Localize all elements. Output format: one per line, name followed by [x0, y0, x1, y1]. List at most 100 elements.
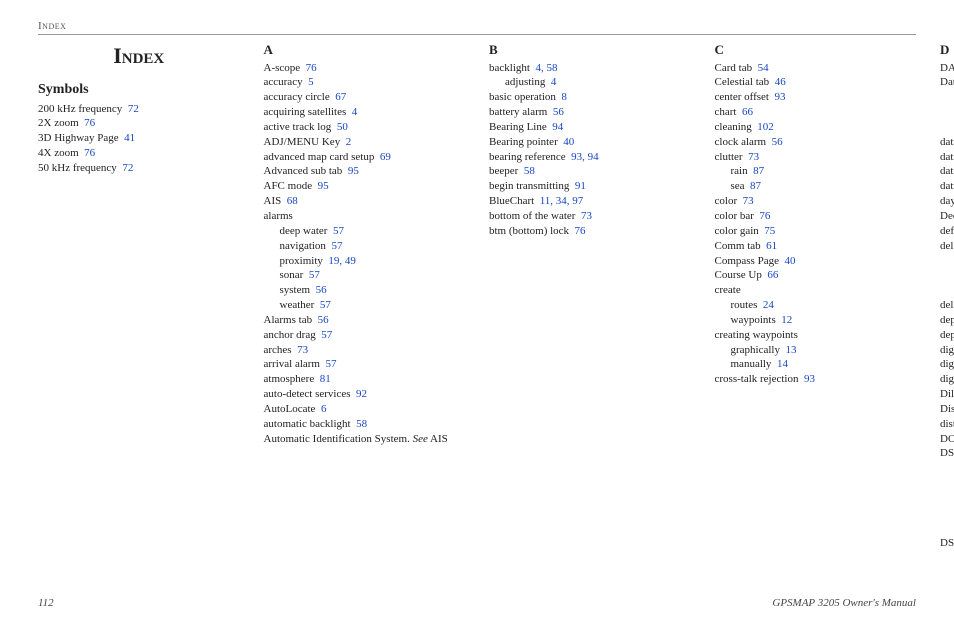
index-term: AIS — [264, 195, 282, 207]
index-entry: cross-talk rejection 93 — [715, 372, 917, 387]
index-page-ref[interactable]: 67 — [335, 91, 346, 103]
index-page-ref[interactable]: 58 — [356, 418, 367, 430]
index-page-ref[interactable]: 76 — [84, 117, 95, 129]
index-page-ref[interactable]: 57 — [321, 329, 332, 341]
index-page-ref[interactable]: 76 — [306, 62, 317, 74]
index-page-ref[interactable]: 57 — [333, 225, 344, 237]
index-page-ref[interactable]: 73 — [581, 210, 592, 222]
index-page-ref[interactable]: 95 — [348, 165, 359, 177]
index-term: DOP. — [940, 433, 954, 445]
index-page-ref[interactable]: 87 — [753, 165, 764, 177]
index-entry: btm (bottom) lock 76 — [489, 224, 691, 239]
index-page-ref[interactable]: 14 — [777, 358, 788, 370]
index-letter-heading: A — [264, 41, 466, 59]
index-page-ref[interactable]: 19, 49 — [328, 255, 356, 267]
index-page-ref[interactable]: 73 — [297, 344, 308, 356]
index-page-ref[interactable]: 95 — [318, 180, 329, 192]
index-page-ref[interactable]: 5 — [308, 76, 314, 88]
index-term: 200 kHz frequency — [38, 103, 122, 115]
index-page-ref[interactable]: 69 — [380, 151, 391, 163]
index-term: system — [280, 284, 311, 296]
index-entry: default settings 8 — [940, 224, 954, 239]
index-entry: chart 66 — [715, 105, 917, 120]
index-page-ref[interactable]: 57 — [326, 358, 337, 370]
index-page-ref[interactable]: 76 — [84, 147, 95, 159]
page-header: Index — [38, 20, 916, 35]
index-term: depth — [940, 314, 954, 326]
index-page-ref[interactable]: 102 — [757, 121, 774, 133]
index-entry: transferring data to/from 54 — [940, 120, 954, 135]
index-page-ref[interactable]: 94 — [552, 121, 563, 133]
index-page-ref[interactable]: 92 — [356, 388, 367, 400]
index-page-ref[interactable]: 54 — [758, 62, 769, 74]
index-page-ref[interactable]: 93 — [804, 373, 815, 385]
index-entry: anchor drag 57 — [264, 328, 466, 343]
index-page-ref[interactable]: 40 — [563, 136, 574, 148]
index-page-ref[interactable]: 57 — [331, 240, 342, 252]
index-entry: creating waypoints — [715, 328, 917, 343]
index-page-ref[interactable]: 66 — [767, 269, 778, 281]
index-entry: 2X zoom 76 — [38, 116, 240, 131]
index-page-ref[interactable]: 11, 34, 97 — [540, 195, 584, 207]
index-page-ref[interactable]: 4 — [551, 76, 557, 88]
index-page-ref[interactable]: 40 — [784, 255, 795, 267]
index-entry: deep water 57 — [264, 224, 466, 239]
index-page-ref[interactable]: 93 — [774, 91, 785, 103]
index-term: Advanced sub tab — [264, 165, 343, 177]
index-page-ref[interactable]: 50 — [337, 121, 348, 133]
index-page-ref[interactable]: 91 — [575, 180, 586, 192]
index-page-ref[interactable]: 13 — [785, 344, 796, 356]
footer-page-number: 112 — [38, 597, 54, 609]
index-entry: Alarms tab 56 — [264, 313, 466, 328]
index-page-ref[interactable]: 61 — [766, 240, 777, 252]
index-page-ref[interactable]: 2 — [346, 136, 352, 148]
index-page-ref[interactable]: 72 — [128, 103, 139, 115]
index-entry: DOP. See Dilution of Precision — [940, 432, 954, 447]
index-page-ref[interactable]: 76 — [759, 210, 770, 222]
index-page-ref[interactable]: 76 — [575, 225, 586, 237]
index-entry: distance units 60 — [940, 417, 954, 432]
index-term: Declaration of Conformity — [940, 210, 954, 222]
index-page-ref[interactable]: 8 — [561, 91, 567, 103]
index-page-ref[interactable]: 56 — [316, 284, 327, 296]
index-page-ref[interactable]: 46 — [775, 76, 786, 88]
index-page-ref[interactable]: 4 — [352, 106, 358, 118]
index-page-ref[interactable]: 56 — [553, 106, 564, 118]
index-page-ref[interactable]: 56 — [318, 314, 329, 326]
index-page-ref[interactable]: 4, 58 — [535, 62, 557, 74]
index-page-ref[interactable]: 41 — [124, 132, 135, 144]
index-page-ref[interactable]: 56 — [772, 136, 783, 148]
index-entry: color 73 — [715, 194, 917, 209]
index-term: auto-detect services — [264, 388, 351, 400]
index-entry: navigation 57 — [264, 239, 466, 254]
index-page-ref[interactable]: 57 — [320, 299, 331, 311]
index-page-ref[interactable]: 66 — [742, 106, 753, 118]
index-page-ref[interactable]: 68 — [287, 195, 298, 207]
index-term: 3D Highway Page — [38, 132, 119, 144]
index-page-ref[interactable]: 12 — [781, 314, 792, 326]
index-entry: Dillution of Precision (DOP) 103 — [940, 387, 954, 402]
index-page-ref[interactable]: 73 — [743, 195, 754, 207]
index-term: Data Card — [940, 76, 954, 88]
index-page-ref[interactable]: 72 — [122, 162, 133, 174]
index-page-ref[interactable]: 73 — [748, 151, 759, 163]
index-term: A-scope — [264, 62, 301, 74]
index-page-ref[interactable]: 93, 94 — [571, 151, 599, 163]
index-page-ref[interactable]: 87 — [750, 180, 761, 192]
index-term: proximity — [280, 255, 323, 267]
index-term: center offset — [715, 91, 769, 103]
index-group: DDATA/CNFG Key 2Data Cardinstalling 97re… — [940, 41, 954, 550]
index-page-ref[interactable]: 6 — [321, 403, 327, 415]
index-page-ref[interactable]: 58 — [524, 165, 535, 177]
index-page-ref[interactable]: 81 — [320, 373, 331, 385]
index-page-ref[interactable]: 75 — [764, 225, 775, 237]
index-page-ref[interactable]: 57 — [309, 269, 320, 281]
index-entry: color bar 76 — [715, 209, 917, 224]
index-entry: Display sub tab 93 — [940, 402, 954, 417]
index-page-ref[interactable]: 24 — [763, 299, 774, 311]
header-section: Index — [38, 20, 66, 32]
index-entry: system 56 — [264, 283, 466, 298]
index-term: acquiring satellites — [264, 106, 347, 118]
index-entry: advanced map card setup 69 — [264, 150, 466, 165]
index-entry: Card tab 54 — [715, 61, 917, 76]
